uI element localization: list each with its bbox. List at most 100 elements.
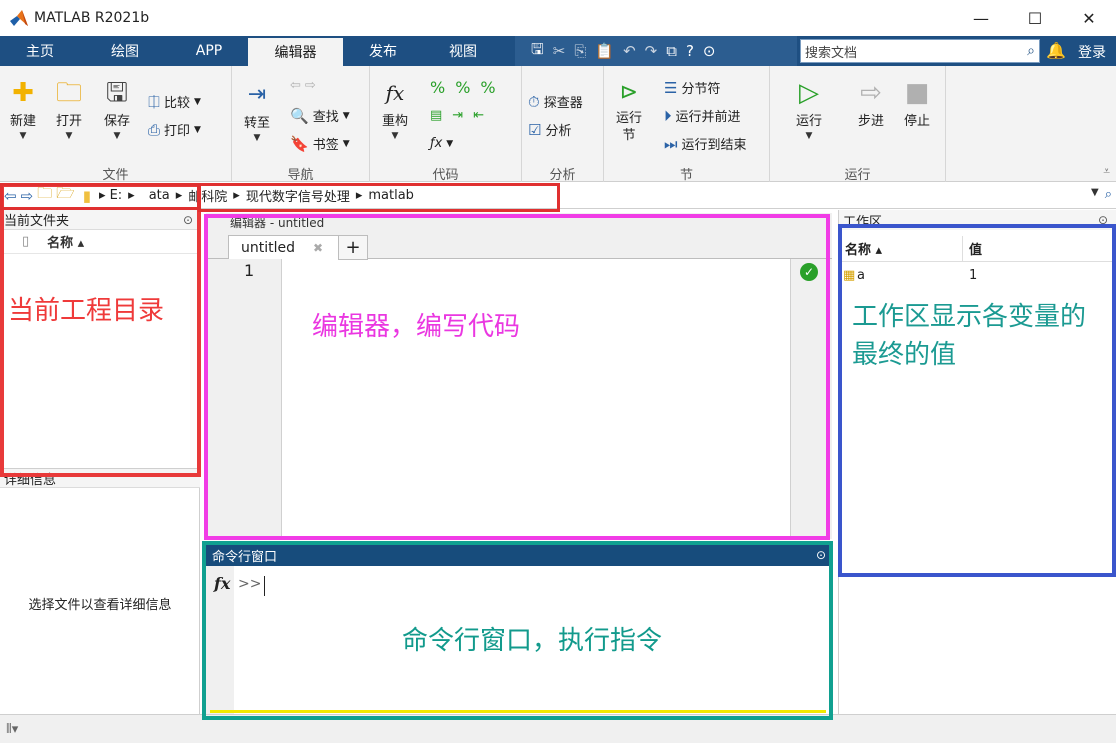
breadcrumb-segment[interactable]: matlab — [368, 188, 414, 203]
analyze-button[interactable]: ☑ 分析 — [528, 120, 571, 140]
run-and-advance-button[interactable]: ⏵ 运行并前进 — [664, 106, 741, 126]
refactor-button[interactable]: fx 重构 ▼ — [382, 76, 408, 141]
forward-arrow-icon[interactable]: ⇨ — [305, 78, 316, 93]
maximize-button[interactable]: ☐ — [1008, 0, 1062, 36]
new-plus-icon: ✚ — [12, 78, 34, 108]
back-arrow-icon[interactable]: ⇦ — [4, 187, 17, 205]
step-button[interactable]: ⇨ 步进 — [858, 76, 884, 129]
breadcrumb-drive[interactable]: E: — [110, 188, 123, 203]
redo-icon[interactable]: ↷ — [645, 42, 658, 60]
section-break-button[interactable]: ☰ 分节符 — [664, 78, 720, 98]
line-number-gutter — [206, 259, 282, 539]
editor-tab-untitled[interactable]: untitled ✖ — [228, 235, 340, 260]
tab-home[interactable]: 主页 — [0, 36, 80, 66]
editor-tab-label: untitled — [241, 240, 296, 256]
breadcrumb-segment[interactable]: 现代数字信号处理 — [246, 186, 350, 205]
run-section-label-1: 运行 — [616, 111, 643, 126]
paste-icon[interactable]: 📋 — [595, 42, 614, 60]
new-button[interactable]: ✚ 新建 ▼ — [10, 76, 36, 141]
comment-buttons: % % % — [430, 78, 496, 97]
command-annotation-label: 命令行窗口，执行指令 — [402, 626, 663, 656]
save-button[interactable]: 🖫 保存 ▼ — [104, 76, 130, 141]
uncomment-icon[interactable]: % — [455, 78, 470, 97]
command-input-caret[interactable] — [264, 576, 265, 596]
undo-icon[interactable]: ↶ — [623, 42, 636, 60]
forward-arrow-icon[interactable]: ⇨ — [21, 187, 34, 205]
panel-menu-icon[interactable]: ⊙ — [183, 213, 193, 227]
dropdown-arrow-icon: ▼ — [391, 131, 399, 141]
notification-bell-icon[interactable]: 🔔 — [1046, 41, 1066, 60]
bookmark-icon: 🔖 — [290, 134, 309, 153]
breadcrumb-separator: ▸ — [175, 188, 183, 203]
close-tab-icon[interactable]: ✖ — [313, 241, 323, 255]
print-button[interactable]: ⎙ 打印 ▼ — [148, 120, 201, 140]
title-bar: MATLAB R2021b — ☐ ✕ — [0, 0, 1116, 36]
ws-value-column[interactable]: 值 — [963, 236, 1087, 261]
tab-publish[interactable]: 发布 — [343, 36, 423, 66]
decrease-indent-icon[interactable]: ⇤ — [473, 108, 484, 123]
back-forward-buttons[interactable]: ⇦ ⇨ — [290, 78, 316, 93]
customize-dropdown-icon[interactable]: ⊙ — [703, 42, 716, 60]
new-tab-button[interactable]: + — [338, 235, 368, 260]
address-dropdown-icon[interactable]: ▼ — [1091, 187, 1099, 202]
command-prompt: >> — [238, 576, 262, 592]
function-browser-icon[interactable]: fx — [214, 574, 230, 593]
search-icon[interactable]: ⌕ — [1027, 43, 1035, 59]
code-group: fx 重构 ▼ % % % ▤ ⇥ ⇤ ƒx ▼ 代码 — [370, 66, 522, 183]
step-label: 步进 — [858, 114, 885, 129]
comment-icon[interactable]: % — [430, 78, 445, 97]
workspace-panel: 工作区 ⊙ 名称 ▴ 值 ▦ a 1 — [838, 210, 1116, 714]
stop-label: 停止 — [904, 114, 931, 129]
breadcrumb-segment[interactable]: 邮科院 — [188, 186, 227, 205]
back-arrow-icon[interactable]: ⇦ — [290, 78, 301, 93]
run-section-button[interactable]: ⊳ 运行 节 — [616, 76, 642, 144]
fx-small-icon: ƒx — [430, 136, 443, 151]
plus-icon: + — [345, 237, 361, 258]
save-label: 保存 — [104, 114, 131, 129]
insert-fx-button[interactable]: ƒx ▼ — [430, 136, 453, 151]
run-section-label-2: 节 — [622, 128, 636, 143]
run-button[interactable]: ▷ 运行 ▼ — [796, 76, 822, 141]
run-to-end-button[interactable]: ⏭ 运行到结束 — [664, 134, 747, 154]
copy-icon[interactable]: ⎘ — [574, 42, 586, 60]
stop-button[interactable]: ■ 停止 — [904, 76, 930, 129]
find-button[interactable]: 🔍 查找 ▼ — [290, 106, 350, 126]
wrap-comments-icon[interactable]: % — [480, 78, 495, 97]
workspace-row[interactable]: ▦ a 1 — [839, 264, 1116, 286]
minimize-button[interactable]: — — [954, 0, 1008, 36]
tab-plots[interactable]: 绘图 — [80, 36, 170, 66]
breadcrumb-segment[interactable]: ata — [149, 188, 170, 203]
save-icon[interactable]: 🖫 — [531, 39, 544, 64]
dropdown-arrow-icon: ▼ — [194, 124, 201, 135]
folder-column-header[interactable]: ▯ 名称 ▴ — [0, 230, 199, 254]
switch-windows-icon[interactable]: ⧉ — [666, 42, 677, 60]
name-column[interactable]: 名称 ▴ — [47, 232, 84, 251]
tab-editor[interactable]: 编辑器 — [248, 36, 343, 66]
browse-folder-icon[interactable]: 🗁 — [56, 183, 75, 208]
collapse-ribbon-icon[interactable]: ⩡ — [1103, 164, 1110, 179]
cut-icon[interactable]: ✂ — [553, 42, 566, 60]
smart-indent-icon[interactable]: ▤ — [430, 108, 442, 123]
refactor-label: 重构 — [382, 114, 409, 129]
increase-indent-icon[interactable]: ⇥ — [452, 108, 463, 123]
close-button[interactable]: ✕ — [1062, 0, 1116, 36]
bookmark-button[interactable]: 🔖 书签 ▼ — [290, 134, 350, 154]
goto-button[interactable]: ⇥ 转至 ▼ — [244, 78, 270, 143]
help-icon[interactable]: ? — [686, 42, 694, 60]
open-button[interactable]: 🗀 打开 ▼ — [56, 76, 82, 141]
search-folder-icon[interactable]: ⌕ — [1105, 187, 1112, 202]
panel-menu-icon[interactable]: ⊙ — [816, 548, 826, 562]
code-ok-icon[interactable]: ✓ — [800, 263, 818, 281]
search-documentation-field[interactable]: 搜索文档 ⌕ — [800, 39, 1040, 63]
tab-view[interactable]: 视图 — [423, 36, 503, 66]
root-folder-icon[interactable]: ▮ — [83, 187, 91, 205]
profiler-button[interactable]: ⏱ 探查器 — [528, 92, 583, 112]
ws-name-column[interactable]: 名称 ▴ — [839, 236, 963, 261]
run-to-end-icon: ⏭ — [664, 134, 678, 153]
tab-apps[interactable]: APP — [170, 36, 248, 66]
panel-menu-icon[interactable]: ⊙ — [1098, 213, 1108, 227]
login-link[interactable]: 登录 — [1078, 42, 1106, 62]
status-indicator-icon[interactable]: ⦀▾ — [6, 722, 18, 737]
compare-button[interactable]: ⎅ 比较 ▼ — [148, 92, 201, 112]
up-folder-icon[interactable]: 🗀 — [37, 183, 52, 208]
